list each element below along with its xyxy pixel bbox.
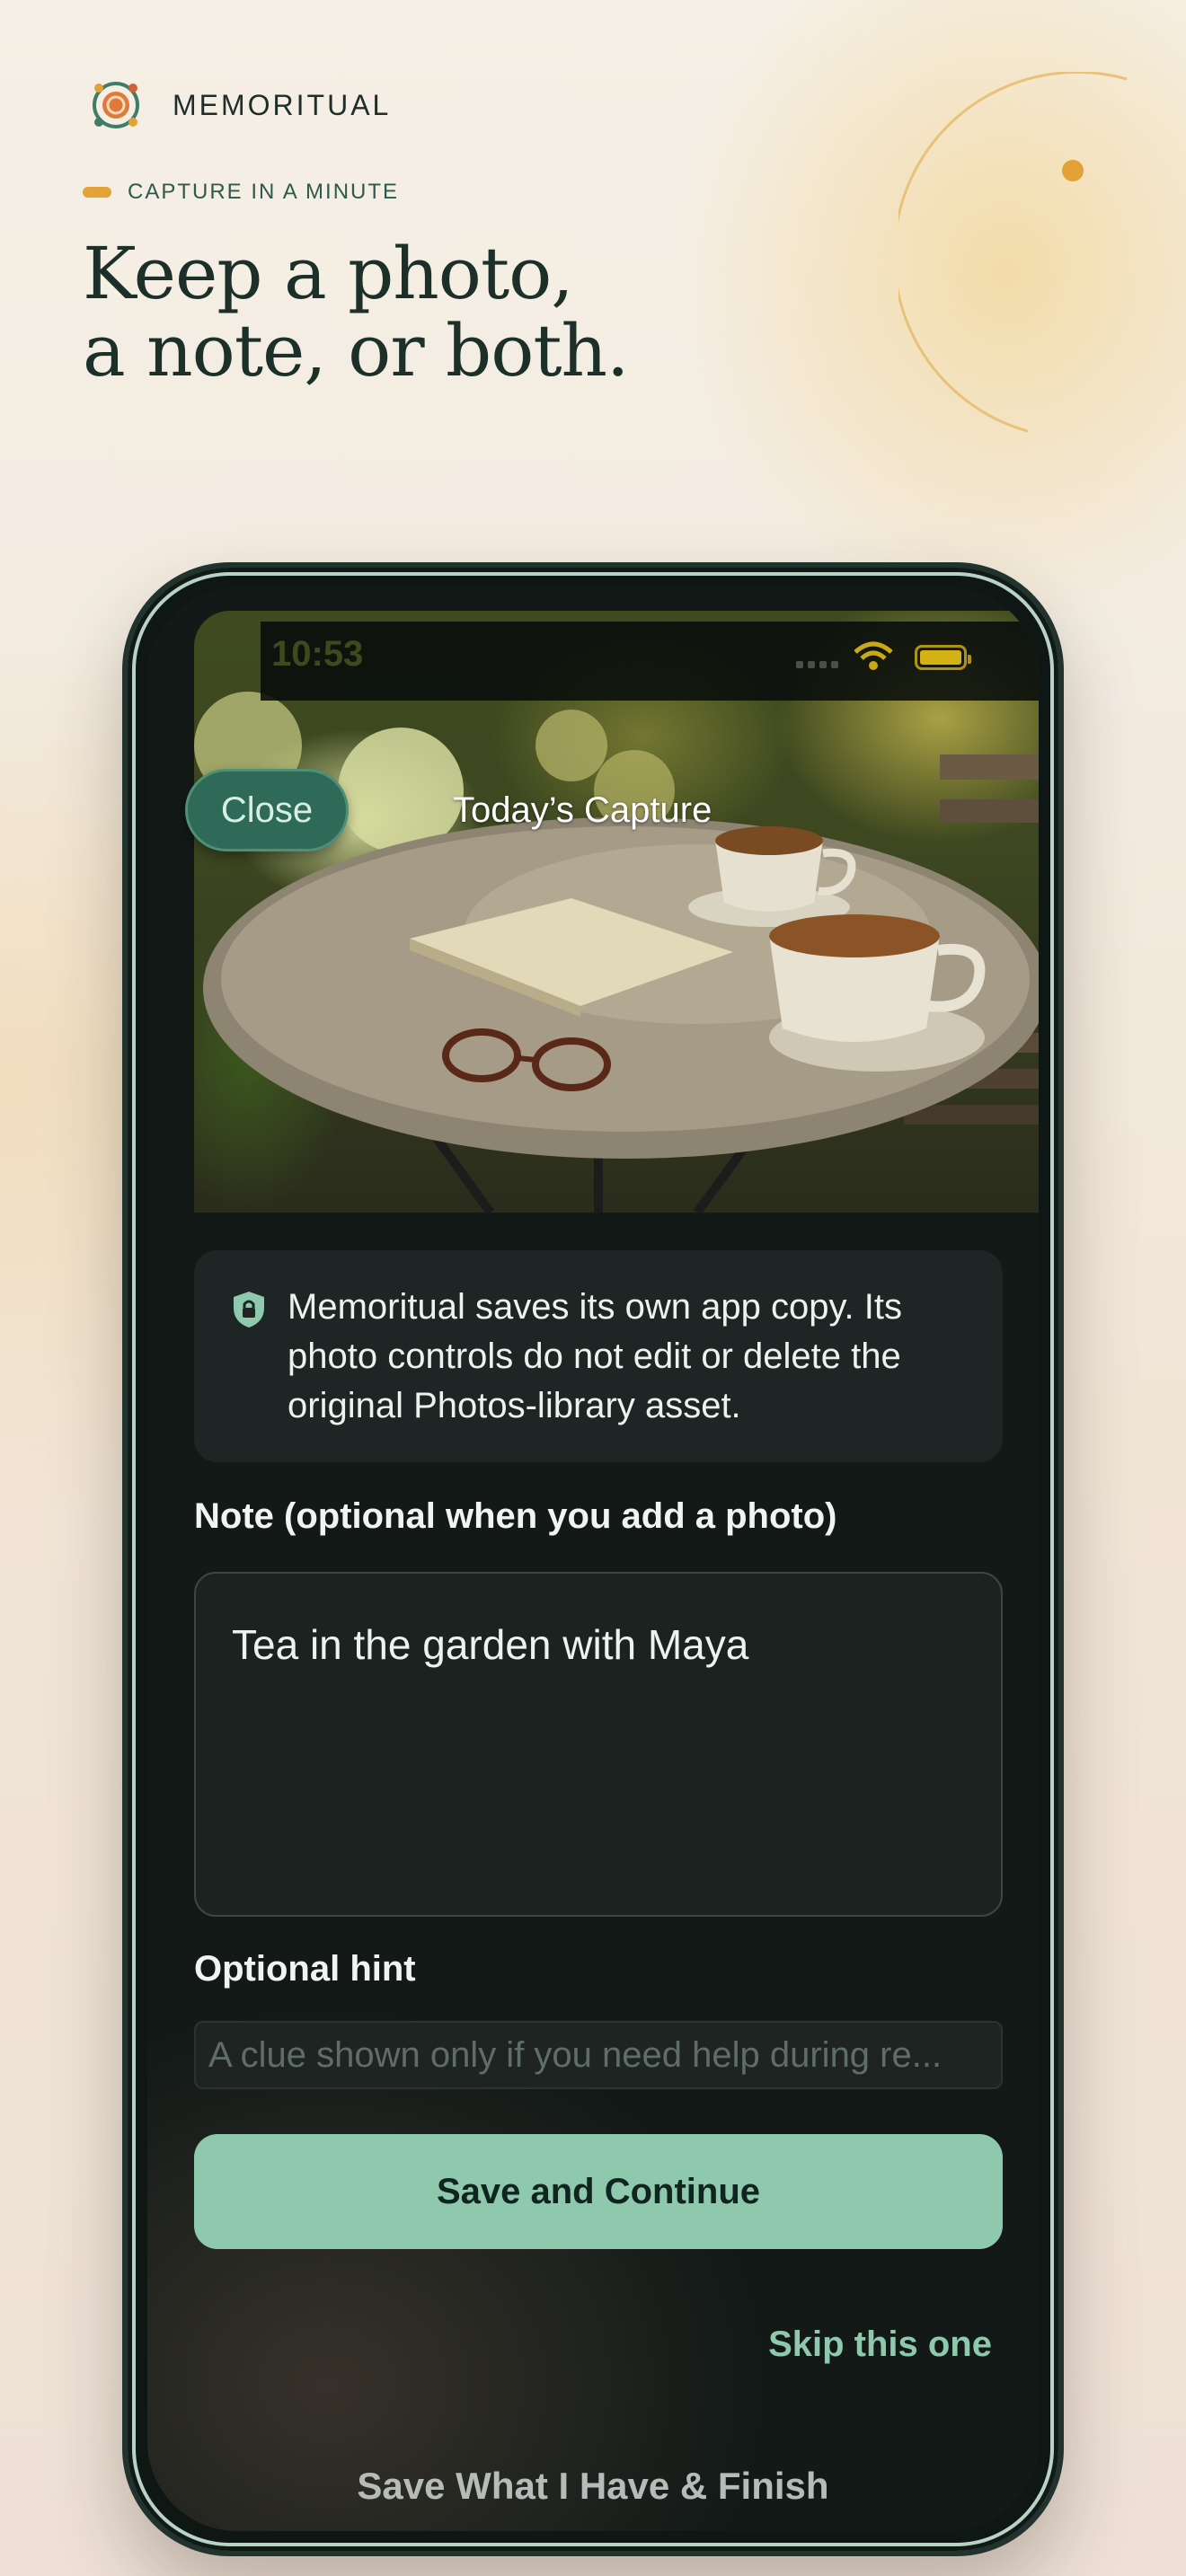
status-time: 10:53 bbox=[271, 634, 364, 674]
signal-icon bbox=[796, 661, 838, 668]
finish-button[interactable]: Save What I Have & Finish bbox=[147, 2465, 1039, 2508]
brand-name: MEMORITUAL bbox=[173, 88, 392, 121]
save-and-continue-button[interactable]: Save and Continue bbox=[194, 2134, 1003, 2249]
headline: Keep a photo, a note, or both. bbox=[83, 232, 629, 393]
close-button[interactable]: Close bbox=[185, 769, 349, 851]
hint-input[interactable]: A clue shown only if you need help durin… bbox=[194, 2021, 1003, 2089]
headline-line-1: Keep a photo, bbox=[83, 232, 574, 315]
skip-button[interactable]: Skip this one bbox=[768, 2325, 992, 2365]
headline-line-2: a note, or both. bbox=[83, 309, 629, 393]
status-bar: 10:53 bbox=[261, 622, 1039, 701]
capture-title: Today’s Capture bbox=[453, 790, 712, 830]
eyebrow-text: CAPTURE IN A MINUTE bbox=[128, 180, 400, 204]
hint-label: Optional hint bbox=[194, 1949, 416, 1989]
memoritual-logo-icon bbox=[90, 79, 142, 131]
brand: MEMORITUAL bbox=[90, 79, 391, 131]
wifi-icon bbox=[854, 641, 893, 670]
capture-photo[interactable] bbox=[194, 611, 1039, 1213]
phone-screen: 10:53 Close Today’s Capture Memoritual s… bbox=[147, 587, 1039, 2531]
shield-icon bbox=[234, 1292, 264, 1328]
eyebrow-accent-bar bbox=[83, 187, 111, 198]
photo-illustration bbox=[194, 692, 1039, 1213]
eyebrow: CAPTURE IN A MINUTE bbox=[83, 180, 399, 205]
phone-frame: 10:53 Close Today’s Capture Memoritual s… bbox=[122, 562, 1064, 2556]
note-textarea[interactable]: Tea in the garden with Maya bbox=[194, 1572, 1003, 1917]
notice-card: Memoritual saves its own app copy. Its p… bbox=[194, 1250, 1003, 1462]
battery-icon bbox=[915, 645, 971, 670]
decorative-arc bbox=[898, 72, 1128, 433]
notice-text: Memoritual saves its own app copy. Its p… bbox=[288, 1287, 902, 1425]
note-label: Note (optional when you add a photo) bbox=[194, 1496, 837, 1536]
